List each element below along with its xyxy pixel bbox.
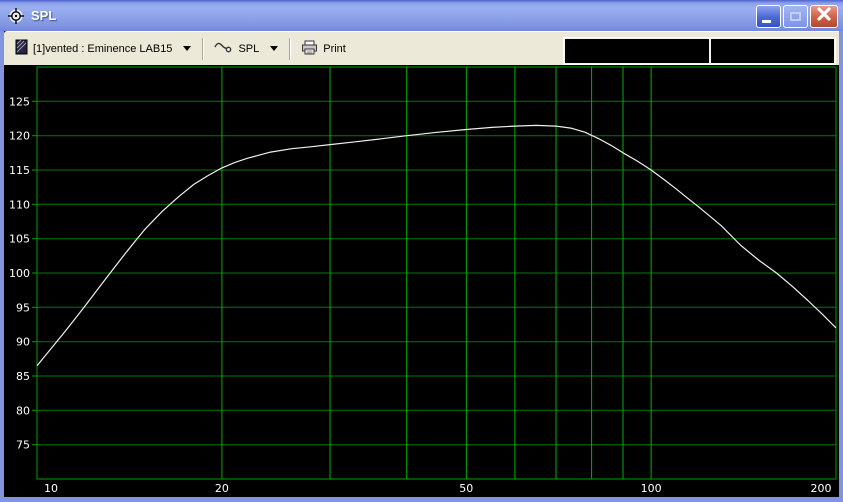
maximize-button[interactable] — [783, 5, 808, 28]
window-controls — [756, 5, 838, 28]
x-tick-label: 200 — [811, 482, 832, 495]
minimize-button[interactable] — [756, 5, 781, 28]
spl-plot: 125 120 115 110 105 100 95 90 85 80 75 10 20 50 100 200 — [4, 65, 839, 497]
y-tick-label: 100 — [9, 267, 30, 280]
y-tick-label: 80 — [16, 404, 30, 417]
crosshair-window-icon — [7, 7, 25, 25]
client-area: [1]vented : Eminence LAB15 SPL — [4, 31, 839, 497]
driver-project-icon — [15, 39, 28, 58]
y-tick-label: 85 — [16, 370, 30, 383]
title-bar[interactable]: SPL — [0, 0, 843, 31]
readout-panel — [563, 37, 836, 65]
project-selector[interactable]: [1]vented : Eminence LAB15 — [8, 35, 198, 62]
spl-chart: 125 120 115 110 105 100 95 90 85 80 75 10 20 50 100 200 — [4, 65, 839, 497]
window-title: SPL — [31, 8, 56, 23]
y-tick-label: 115 — [9, 164, 30, 177]
y-tick-label: 90 — [16, 336, 30, 349]
toolbar-separator — [202, 38, 203, 60]
print-button[interactable]: Print — [294, 36, 353, 62]
minimize-icon — [762, 20, 771, 23]
y-tick-label: 95 — [16, 301, 30, 314]
close-icon — [816, 6, 832, 27]
graph-selector-label: SPL — [238, 43, 259, 55]
graph-type-selector[interactable]: SPL — [207, 37, 285, 61]
x-tick-label: 100 — [641, 482, 662, 495]
y-tick-label: 105 — [9, 233, 30, 246]
x-tick-label: 20 — [215, 482, 229, 495]
y-tick-label: 110 — [9, 198, 30, 211]
y-tick-label: 120 — [9, 130, 30, 143]
printer-icon — [301, 40, 318, 58]
x-tick-label: 10 — [44, 482, 58, 495]
y-tick-label: 125 — [9, 95, 30, 108]
app-window: SPL — [0, 0, 843, 502]
chevron-down-icon — [270, 46, 278, 51]
maximize-icon — [790, 12, 801, 21]
y-tick-label: 75 — [16, 439, 30, 452]
chevron-down-icon — [183, 46, 191, 51]
print-label: Print — [323, 43, 346, 55]
project-selector-label: [1]vented : Eminence LAB15 — [33, 43, 172, 55]
toolbar-separator — [289, 38, 290, 60]
toolbar: [1]vented : Eminence LAB15 SPL — [4, 31, 839, 65]
close-button[interactable] — [810, 5, 838, 28]
x-tick-label: 50 — [459, 482, 473, 495]
waveform-icon — [214, 41, 233, 57]
readout-display-right — [711, 39, 834, 63]
readout-display-left — [565, 39, 709, 63]
spl-curve — [37, 125, 836, 365]
